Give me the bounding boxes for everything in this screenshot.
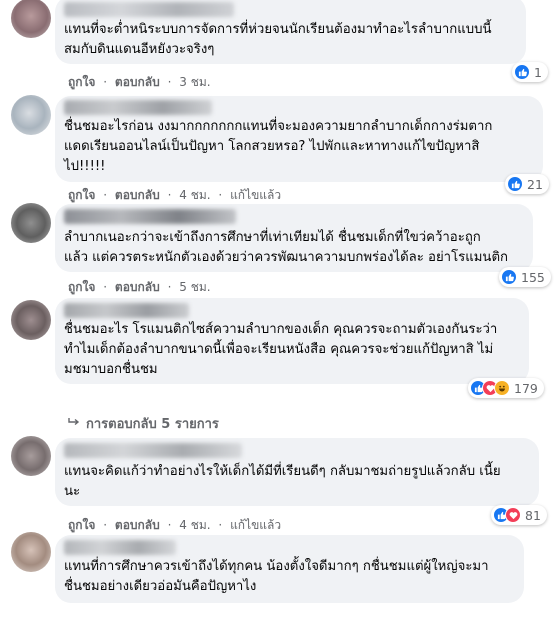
comment-actions: ถูกใจ · ตอบกลับ · 4 ชม. · แก้ไขแล้ว [68,518,282,532]
comment-actions: ถูกใจ · ตอบกลับ · 5 ชม. [68,280,211,294]
haha-icon [494,380,510,396]
comment-actions: ถูกใจ · ตอบกลับ · 3 ชม. [68,75,211,89]
edited-label: แก้ไขแล้ว [230,188,282,202]
view-replies-link[interactable]: การตอบกลับ 5 รายการ [68,413,219,434]
like-button[interactable]: ถูกใจ [68,280,95,294]
timestamp[interactable]: 4 ชม. [179,518,210,532]
like-button[interactable]: ถูกใจ [68,188,95,202]
like-button[interactable]: ถูกใจ [68,518,95,532]
comment-text: ชื่นชมอะไร โรแมนติกไซส์ความลำบากของเด็ก … [64,322,498,377]
comment-bubble: ชื่นชมอะไร โรแมนติกไซส์ความลำบากของเด็ก … [55,298,529,384]
heart-icon [505,507,521,523]
reply-arrow-icon [68,416,80,431]
comment-text: แทนที่การศึกษาควรเข้าถึงได้ทุกคน น้องตั้… [64,559,489,594]
avatar[interactable] [11,95,51,135]
reaction-count[interactable]: 21 [505,174,549,194]
avatar[interactable] [11,436,51,476]
edited-label: แก้ไขแล้ว [230,518,282,532]
reaction-count[interactable]: 155 [499,267,551,287]
comment-text: ชื่นชมอะไรก่อน งงมากกกกกกกแทนที่จะมองควา… [64,119,493,174]
comment-bubble: แทนที่การศึกษาควรเข้าถึงได้ทุกคน น้องตั้… [55,535,524,603]
avatar[interactable] [11,203,51,243]
timestamp[interactable]: 3 ชม. [179,75,210,89]
reply-button[interactable]: ตอบกลับ [115,518,160,532]
comment-bubble: ลำบากเนอะกว่าจะเข้าถึงการศึกษาที่เท่าเที… [55,204,533,272]
comment-text: แทนจะคิดแก้ว่าทำอย่างไรให้เด็กได้มีที่เร… [64,464,501,499]
comment-text: ลำบากเนอะกว่าจะเข้าถึงการศึกษาที่เท่าเที… [64,230,508,265]
thumbs-up-icon [507,176,523,192]
avatar[interactable] [11,300,51,340]
commenter-name[interactable] [64,443,242,458]
timestamp[interactable]: 4 ชม. [179,188,210,202]
commenter-name[interactable] [64,540,176,555]
commenter-name[interactable] [64,100,212,115]
comment-bubble: แทนจะคิดแก้ว่าทำอย่างไรให้เด็กได้มีที่เร… [55,438,539,506]
reply-button[interactable]: ตอบกลับ [115,188,160,202]
comment-bubble: แทนที่จะต่ำหนิระบบการจัดการที่ห่วยจนนักเ… [55,0,526,64]
commenter-name[interactable] [64,303,189,318]
reaction-count[interactable]: 81 [491,505,547,525]
comment-text: แทนที่จะต่ำหนิระบบการจัดการที่ห่วยจนนักเ… [64,22,492,57]
thumbs-up-icon [501,269,517,285]
commenter-name[interactable] [64,2,234,17]
timestamp[interactable]: 5 ชม. [179,280,210,294]
comment-actions: ถูกใจ · ตอบกลับ · 4 ชม. · แก้ไขแล้ว [68,188,282,202]
thumbs-up-icon [514,64,530,80]
reply-button[interactable]: ตอบกลับ [115,75,160,89]
reaction-count[interactable]: 179 [468,378,544,398]
reply-button[interactable]: ตอบกลับ [115,280,160,294]
like-button[interactable]: ถูกใจ [68,75,95,89]
commenter-name[interactable] [64,209,236,224]
reaction-count[interactable]: 1 [512,62,548,82]
comment-bubble: ชื่นชมอะไรก่อน งงมากกกกกกกแทนที่จะมองควา… [55,96,543,182]
avatar[interactable] [11,532,51,572]
avatar[interactable] [11,0,51,38]
